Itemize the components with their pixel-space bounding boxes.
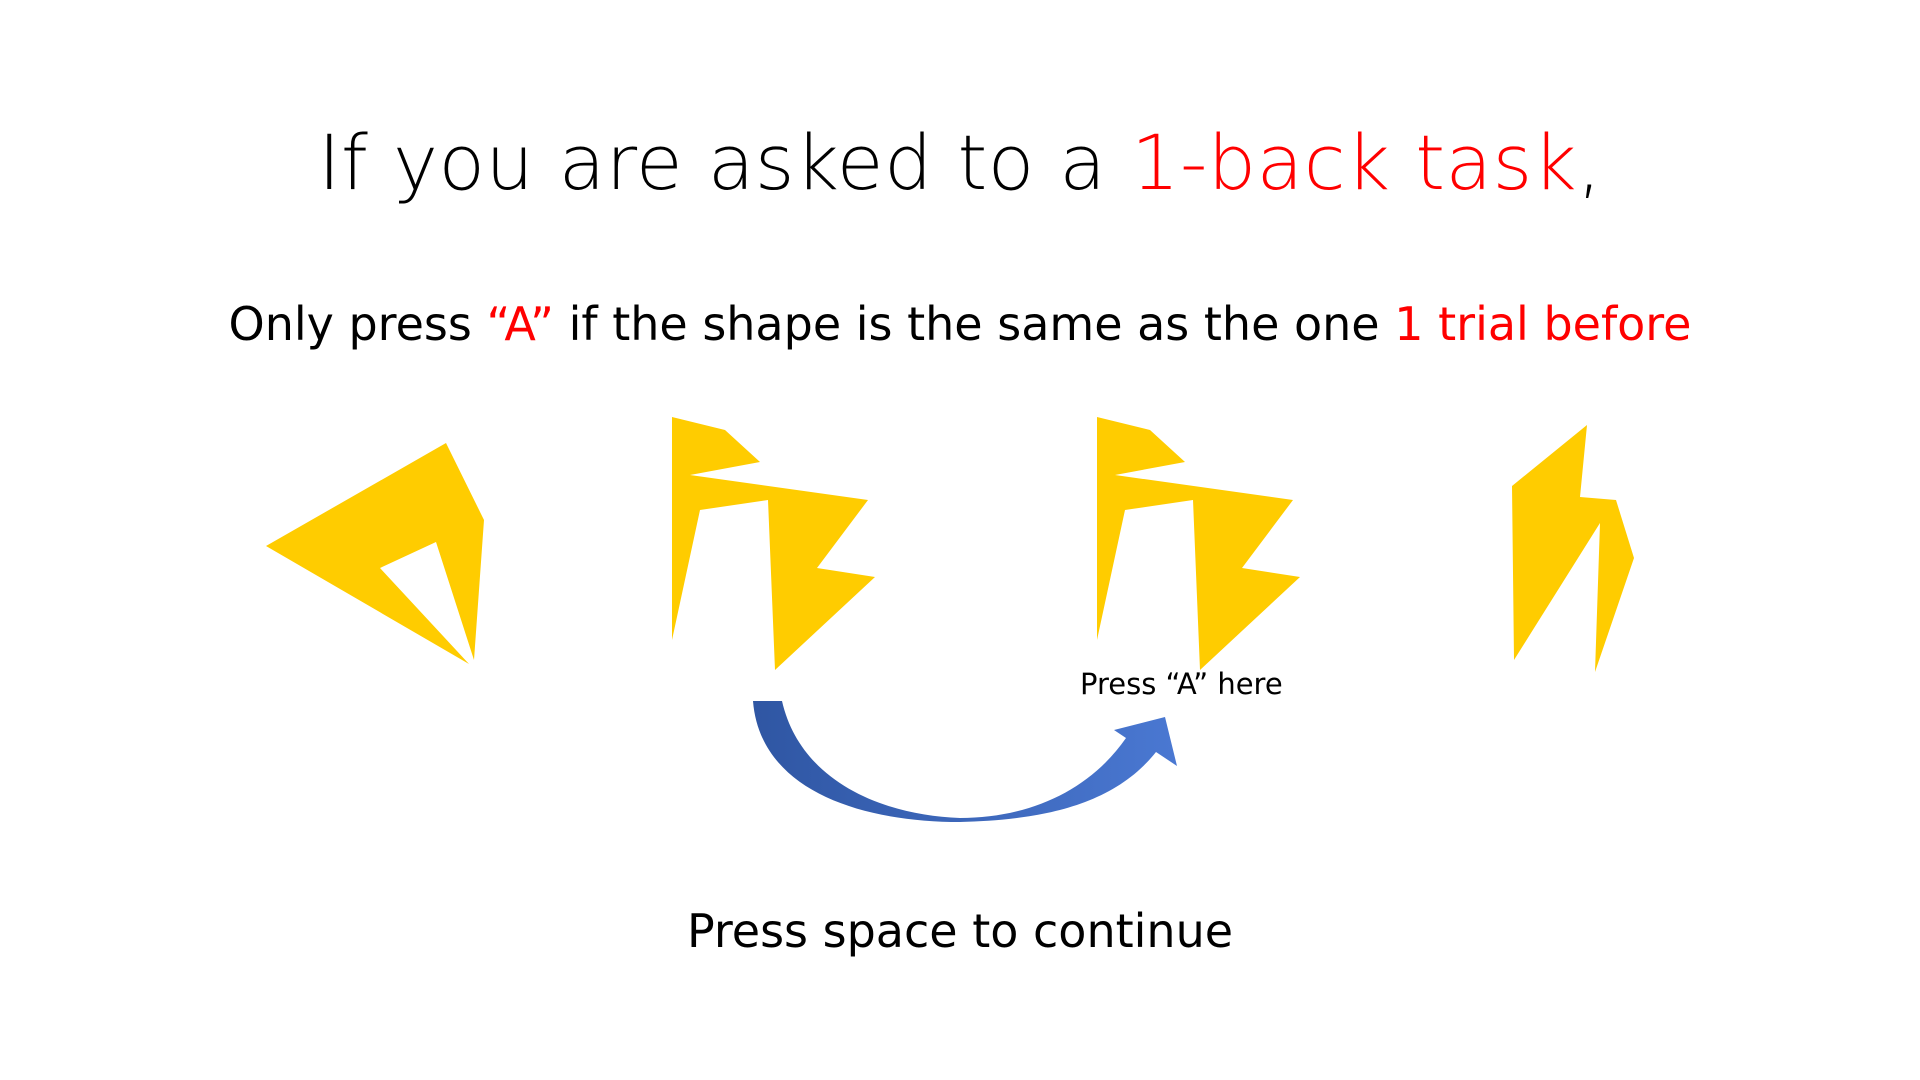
instruction-slide: If you are asked to a 1-back task, Only … — [0, 0, 1920, 1080]
stimulus-shape-2 — [672, 417, 875, 670]
stimulus-shape-1 — [266, 443, 484, 664]
continue-prompt: Press space to continue — [686, 904, 1234, 958]
curved-arrow-icon — [753, 701, 1177, 822]
stimulus-shape-4 — [1512, 425, 1634, 672]
press-a-hint: Press “A” here — [1080, 667, 1283, 701]
stimulus-shape-3 — [1097, 417, 1300, 670]
